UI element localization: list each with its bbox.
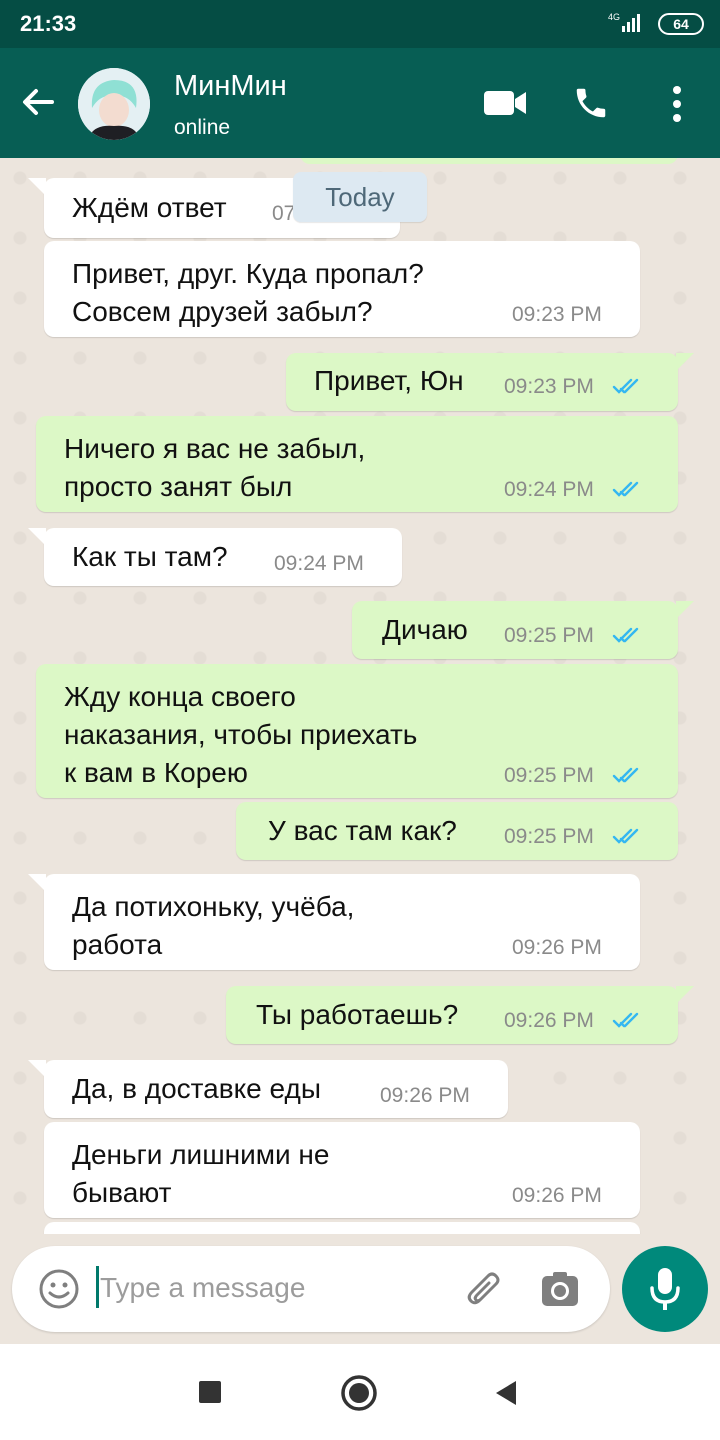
contact-status: online — [174, 116, 231, 139]
message-bubble-partial — [300, 158, 678, 164]
message-list[interactable]: Ждём ответ 07 Today Привет, друг. Куда п… — [0, 158, 720, 1234]
double-check-icon — [612, 627, 639, 643]
message-incoming[interactable]: Как ты там? 09:24 PM — [28, 528, 402, 586]
double-check-icon — [612, 481, 639, 497]
more-vert-icon[interactable] — [668, 84, 686, 124]
back-arrow-icon[interactable] — [18, 82, 58, 122]
date-divider: Today — [293, 172, 427, 222]
message-text: Привет, друг. Куда пропал? Совсем друзей… — [72, 258, 424, 327]
message-text: Привет, Юн — [314, 365, 464, 396]
battery-indicator: 64 — [658, 13, 704, 35]
message-text: Да потихоньку, учёба, работа — [72, 891, 355, 960]
message-time: 09:26 PM — [512, 1184, 602, 1207]
message-text: Дичаю — [382, 614, 468, 645]
camera-icon[interactable] — [540, 1270, 580, 1308]
network-type: 4G — [607, 12, 620, 22]
phone-icon[interactable] — [572, 84, 610, 122]
message-bubble-partial — [44, 1222, 640, 1234]
status-bar: 21:33 4G 64 — [0, 0, 720, 48]
message-time: 09:24 PM — [504, 478, 594, 501]
voice-record-button[interactable] — [622, 1246, 708, 1332]
text-cursor — [96, 1266, 99, 1308]
system-nav-bar — [0, 1344, 720, 1440]
signal-icon — [622, 14, 640, 32]
double-check-icon — [612, 767, 639, 783]
attach-icon[interactable] — [464, 1268, 504, 1312]
status-time: 21:33 — [20, 11, 77, 36]
recents-icon[interactable] — [198, 1380, 222, 1404]
message-time: 09:25 PM — [504, 825, 594, 848]
message-incoming[interactable]: Привет, друг. Куда пропал? Совсем друзей… — [44, 241, 640, 337]
message-incoming[interactable]: Да, в доставке еды 09:26 PM — [28, 1060, 508, 1118]
message-outgoing[interactable]: Ты работаешь? 09:26 PM — [226, 986, 694, 1044]
message-text: Да, в доставке еды — [72, 1073, 321, 1104]
double-check-icon — [612, 828, 639, 844]
message-outgoing[interactable]: Жду конца своего наказания, чтобы приеха… — [36, 664, 678, 798]
message-time: 09:26 PM — [504, 1009, 594, 1032]
message-text: У вас там как? — [268, 815, 457, 846]
message-time: 09:25 PM — [504, 624, 594, 647]
double-check-icon — [612, 1012, 639, 1028]
home-icon[interactable] — [340, 1374, 378, 1412]
message-outgoing[interactable]: Привет, Юн 09:23 PM — [286, 353, 694, 411]
nav-back-icon[interactable] — [494, 1380, 518, 1406]
message-incoming[interactable]: Да потихоньку, учёба, работа 09:26 PM — [28, 874, 640, 970]
message-time: 09:23 PM — [512, 303, 602, 326]
message-time: 09:23 PM — [504, 375, 594, 398]
message-text: Деньги лишними не бывают — [72, 1139, 330, 1208]
avatar[interactable] — [78, 68, 150, 140]
message-composer — [12, 1246, 610, 1332]
message-text: Ждём ответ — [72, 192, 227, 223]
message-time: 09:26 PM — [380, 1084, 470, 1107]
mic-icon — [650, 1268, 680, 1310]
message-text: Ничего я вас не забыл, просто занят был — [64, 433, 366, 502]
message-time: 09:25 PM — [504, 764, 594, 787]
message-time: 09:26 PM — [512, 936, 602, 959]
message-outgoing[interactable]: Ничего я вас не забыл, просто занят был … — [36, 416, 678, 512]
chat-header: МинМин online — [0, 48, 720, 158]
message-text: Как ты там? — [72, 541, 228, 572]
message-time: 09:24 PM — [274, 552, 364, 575]
message-incoming[interactable]: Деньги лишними не бывают 09:26 PM — [44, 1122, 640, 1218]
double-check-icon — [612, 378, 639, 394]
contact-name[interactable]: МинМин — [174, 70, 287, 103]
message-outgoing[interactable]: У вас там как? 09:25 PM — [236, 802, 678, 860]
message-outgoing[interactable]: Дичаю 09:25 PM — [352, 601, 694, 659]
message-text: Ты работаешь? — [256, 999, 459, 1030]
message-text: Жду конца своего наказания, чтобы приеха… — [64, 681, 418, 788]
message-time: 07 — [272, 202, 296, 225]
emoji-icon[interactable] — [38, 1268, 80, 1310]
message-input[interactable] — [100, 1264, 440, 1312]
video-call-icon[interactable] — [484, 88, 528, 118]
